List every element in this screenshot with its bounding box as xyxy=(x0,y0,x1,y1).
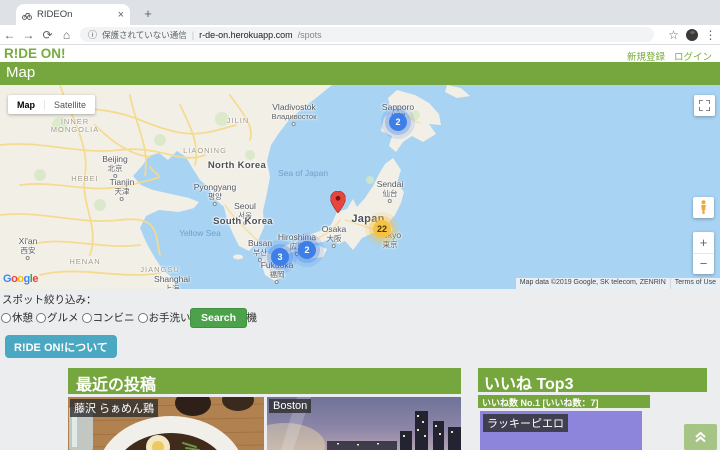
filter-radio[interactable] xyxy=(81,312,92,323)
google-logo[interactable]: Google xyxy=(3,273,38,285)
recent-post-card-boston[interactable]: Boston xyxy=(267,397,461,450)
auth-links: 新規登録 ログイン xyxy=(627,49,712,63)
map-attribution: Map data ©2019 Google, SK telecom, ZENRI… xyxy=(515,278,720,289)
scroll-to-top-button[interactable] xyxy=(684,424,717,450)
map-type-control: Map Satellite xyxy=(8,95,96,114)
map-label: Osaka 大阪 xyxy=(322,224,346,248)
chevron-double-up-icon xyxy=(695,431,706,443)
likes-top3-header: いいね Top3 xyxy=(478,368,707,393)
map-label: Sea of Japan xyxy=(277,168,329,178)
filter-radio[interactable] xyxy=(36,312,46,323)
new-tab-button[interactable]: + xyxy=(140,6,156,21)
login-link[interactable]: ログイン xyxy=(674,49,712,63)
favicon-ride-icon xyxy=(22,12,32,20)
likes-rank1-card[interactable]: ラッキーピエロ xyxy=(480,411,642,450)
map-label: Sendai 仙台 xyxy=(377,179,403,203)
filter-option-1[interactable]: グルメ xyxy=(36,310,79,325)
attribution-text: Map data ©2019 Google, SK telecom, ZENRI… xyxy=(515,278,670,289)
filter-option-2[interactable]: コンビニ xyxy=(81,310,135,325)
map-label: LIAONING xyxy=(183,146,227,155)
url-host: r-de-on.herokuapp.com xyxy=(199,29,293,40)
url-path: /spots xyxy=(297,29,322,40)
map-label: HENAN xyxy=(69,257,101,266)
site-header: R!DE ON! 新規登録 ログイン xyxy=(0,45,720,63)
post-label: Boston xyxy=(269,399,312,413)
map-type-map-button[interactable]: Map xyxy=(8,100,44,110)
tab-strip: RIDEOn × + xyxy=(0,0,720,25)
fullscreen-button[interactable] xyxy=(694,95,715,116)
map-label: Vladivostok Владивосток xyxy=(272,102,316,126)
zoom-control: + − xyxy=(693,232,714,274)
url-separator: | xyxy=(191,29,195,40)
forward-icon[interactable]: → xyxy=(19,28,38,42)
map-label: HEBEI xyxy=(71,174,99,183)
about-button[interactable]: R!DE ON!について xyxy=(5,335,117,358)
cluster-marker[interactable]: 3 xyxy=(271,248,289,266)
map-title: Map xyxy=(6,64,36,81)
map-pin-marker[interactable] xyxy=(330,191,346,213)
security-label: 保護されていない通信 xyxy=(102,29,187,40)
map-label: Beijing 北京 xyxy=(102,154,128,178)
browser-tab[interactable]: RIDEOn × xyxy=(16,4,130,25)
signup-link[interactable]: 新規登録 xyxy=(627,49,665,63)
filter-option-label: グルメ xyxy=(47,312,79,324)
post-label: 藤沢 らぁめん鶏 xyxy=(70,399,159,417)
pegman-icon xyxy=(701,200,706,214)
zoom-in-button[interactable]: + xyxy=(693,232,714,254)
zoom-out-button[interactable]: − xyxy=(693,254,714,275)
map-label: Yellow Sea xyxy=(179,228,221,238)
filter-title: スポット絞り込み： xyxy=(2,294,97,306)
map-label: Pyongyang 평양 xyxy=(194,182,236,206)
terms-link[interactable]: Terms of Use xyxy=(669,278,720,289)
map-label: South Korea xyxy=(213,216,273,227)
pegman-button[interactable] xyxy=(693,197,714,218)
filter-option-3[interactable]: お手洗い xyxy=(137,310,191,325)
likes-rank1-label: ラッキーピエロ xyxy=(483,414,568,432)
map-label: Xi'an 西安 xyxy=(19,236,37,260)
map-label: INNER MONGOLIA xyxy=(50,117,100,135)
browser-window: RIDEOn × + ← → ⟳ ⌂ ⓘ 保護されていない通信 | r-de-o… xyxy=(0,0,720,450)
cluster-marker[interactable]: 2 xyxy=(298,241,316,259)
address-bar: ← → ⟳ ⌂ ⓘ 保護されていない通信 | r-de-on.herokuapp… xyxy=(0,25,720,45)
likes-rank1-bar: いいね数 No.1 [いいね数：7] xyxy=(478,395,650,408)
filter-radio[interactable] xyxy=(137,312,148,323)
map-label: North Korea xyxy=(207,160,267,171)
map-terrain xyxy=(0,85,470,289)
map-label: JILIN xyxy=(226,116,250,125)
cluster-marker[interactable]: 2 xyxy=(389,113,407,131)
browser-menu-icon[interactable]: ⋮ xyxy=(701,28,720,42)
recent-post-card-ramen[interactable]: 藤沢 らぁめん鶏 xyxy=(68,397,264,450)
map-label: Tianjin 天津 xyxy=(110,177,134,201)
back-icon[interactable]: ← xyxy=(0,28,19,42)
map-canvas[interactable]: Map Satellite + − Google Map data ©2019 … xyxy=(0,85,720,289)
reload-icon[interactable]: ⟳ xyxy=(38,28,57,42)
filter-option-label: 休憩 xyxy=(12,312,33,324)
home-icon[interactable]: ⌂ xyxy=(57,28,76,42)
cluster-marker[interactable]: 22 xyxy=(373,220,391,238)
map-label: Busan 부산 xyxy=(248,238,272,262)
bookmark-star-icon[interactable]: ☆ xyxy=(664,28,683,42)
tab-close-icon[interactable]: × xyxy=(118,9,124,21)
recent-posts-header: 最近の投稿 xyxy=(68,368,461,394)
site-logo[interactable]: R!DE ON! xyxy=(4,46,66,61)
filter-option-0[interactable]: 休憩 xyxy=(1,310,33,325)
map-type-satellite-button[interactable]: Satellite xyxy=(44,99,95,110)
filter-option-label: お手洗い xyxy=(148,312,191,324)
url-field[interactable]: ⓘ 保護されていない通信 | r-de-on.herokuapp.com /sp… xyxy=(80,27,654,42)
profile-avatar[interactable] xyxy=(686,28,698,41)
site-info-icon[interactable]: ⓘ xyxy=(88,28,97,41)
filter-option-label: コンビニ xyxy=(92,312,135,324)
search-button[interactable]: Search xyxy=(190,308,248,328)
fullscreen-icon xyxy=(699,100,710,111)
map-label: Shanghai 上海 xyxy=(154,274,190,289)
filter-radio[interactable] xyxy=(1,312,11,323)
tab-title: RIDEOn xyxy=(37,9,73,20)
map-title-bar: Map xyxy=(0,62,720,85)
